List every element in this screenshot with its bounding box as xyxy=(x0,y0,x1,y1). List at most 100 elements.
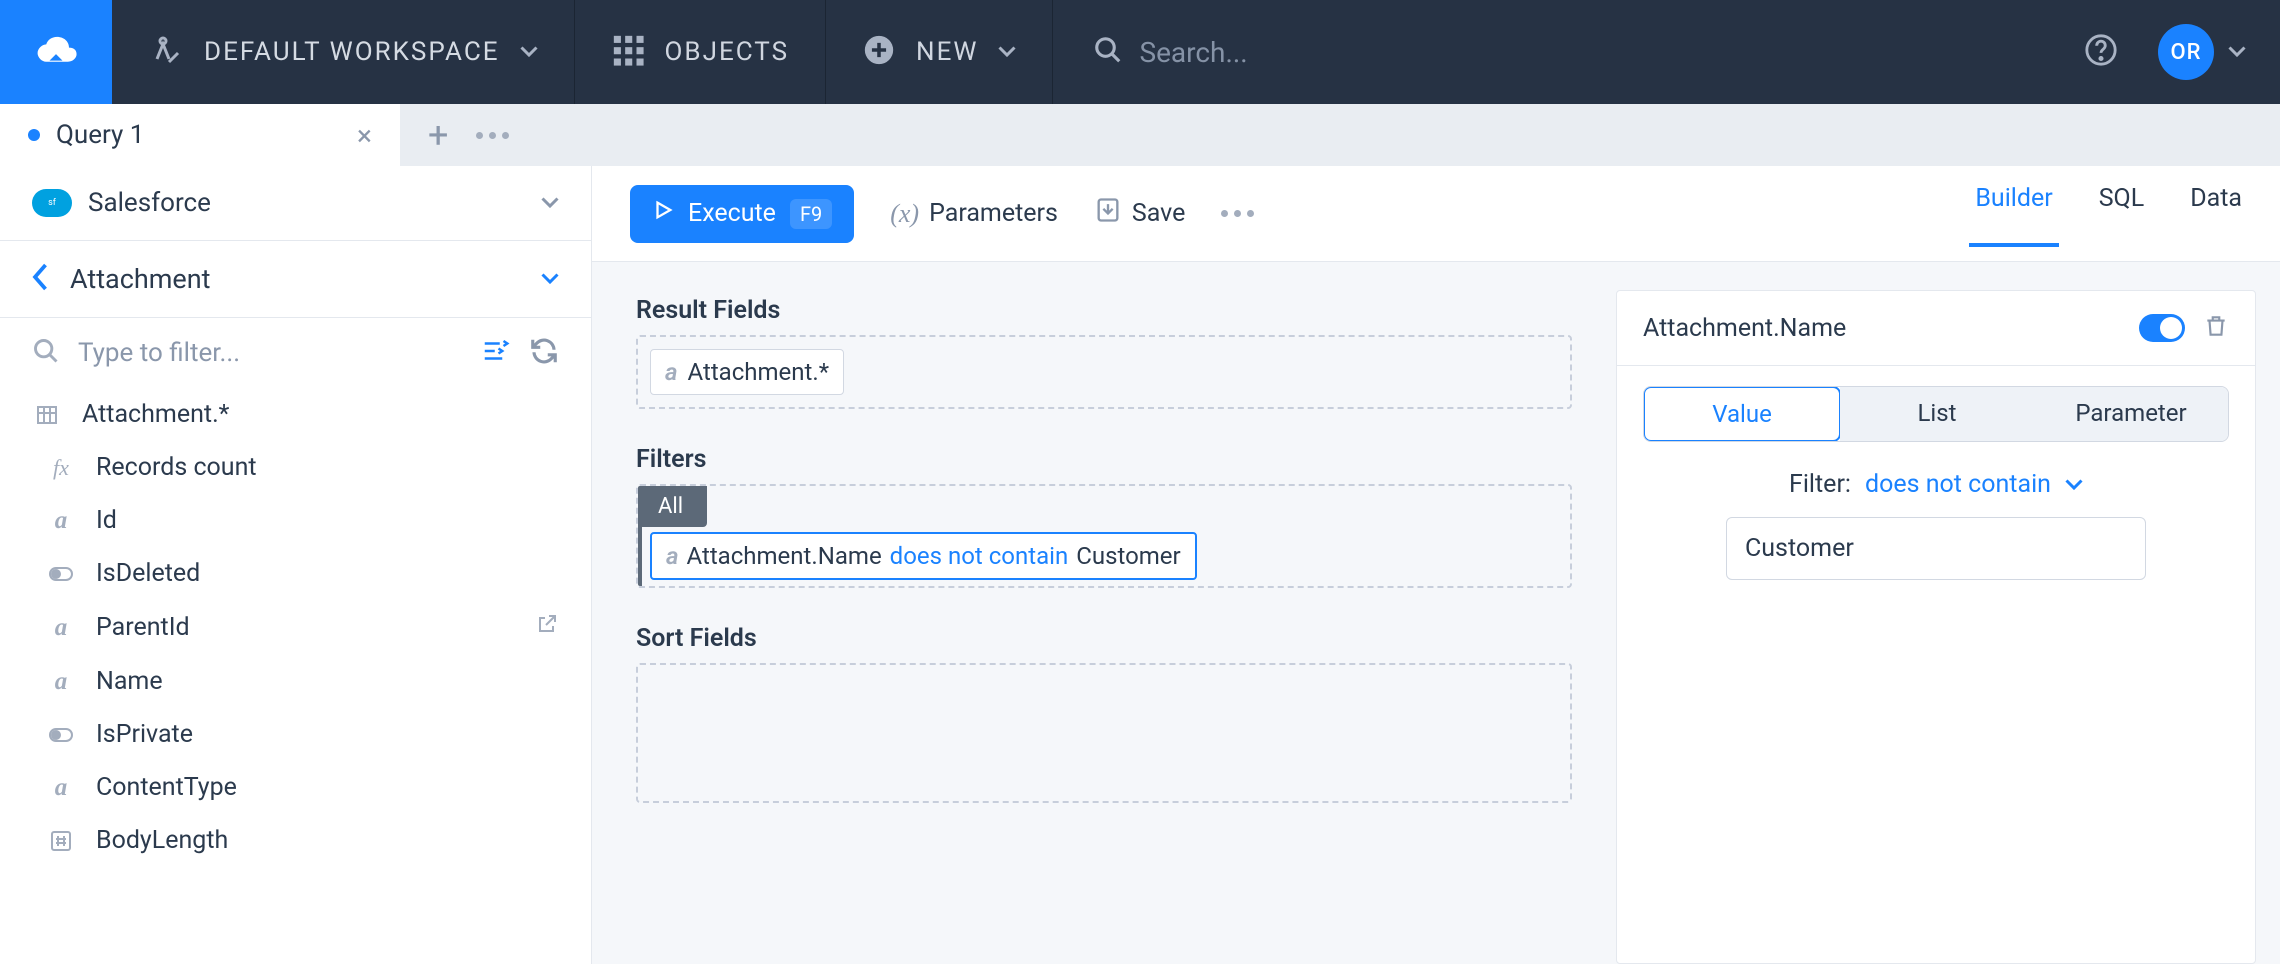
tab-builder[interactable]: Builder xyxy=(1975,184,2052,243)
sort-fields-dropzone[interactable] xyxy=(636,663,1572,803)
text-icon: a xyxy=(46,668,76,696)
text-icon: a xyxy=(666,542,679,570)
result-field-chip[interactable]: aAttachment.* xyxy=(650,349,844,395)
sort-fields-title: Sort Fields xyxy=(636,624,1572,653)
help-icon[interactable] xyxy=(2084,33,2118,71)
workspace-label: DEFAULT WORKSPACE xyxy=(204,37,500,67)
filter-field: Attachment.Name xyxy=(687,542,882,570)
field-label: Records count xyxy=(96,453,257,482)
filter-chip[interactable]: a Attachment.Name does not contain Custo… xyxy=(650,532,1197,580)
play-icon xyxy=(652,199,674,228)
filter-value-input[interactable] xyxy=(1726,517,2146,580)
field-item[interactable]: aContentType xyxy=(0,761,591,814)
field-item[interactable]: Attachment.* xyxy=(0,388,591,441)
workspace-selector[interactable]: DEFAULT WORKSPACE xyxy=(112,0,574,104)
plus-circle-icon xyxy=(862,33,896,71)
save-button[interactable]: Save xyxy=(1094,196,1185,231)
parameters-button[interactable]: (x) Parameters xyxy=(890,199,1058,229)
field-list: Attachment.* fx Records count a Id IsDelet… xyxy=(0,388,591,867)
filter-enabled-toggle[interactable] xyxy=(2139,314,2185,342)
chevron-down-icon xyxy=(998,43,1016,61)
refresh-icon[interactable] xyxy=(529,336,559,370)
object-navigator[interactable]: Attachment xyxy=(0,241,591,318)
top-bar: DEFAULT WORKSPACE OBJECTS NEW OR xyxy=(0,0,2280,104)
save-label: Save xyxy=(1132,199,1185,228)
user-menu[interactable]: OR xyxy=(2158,24,2246,80)
result-fields-title: Result Fields xyxy=(636,296,1572,325)
hash-icon xyxy=(46,829,76,853)
field-label: BodyLength xyxy=(96,826,228,855)
segment-value[interactable]: Value xyxy=(1643,386,1841,442)
execute-label: Execute xyxy=(688,199,776,228)
tab-title: Query 1 xyxy=(56,120,144,150)
app-logo[interactable] xyxy=(0,0,112,104)
global-search[interactable] xyxy=(1053,35,2084,69)
chevron-down-icon[interactable] xyxy=(541,270,559,288)
filter-operator: does not contain xyxy=(890,542,1069,570)
dirty-indicator-icon xyxy=(28,129,40,141)
text-icon: a xyxy=(46,507,76,535)
execute-button[interactable]: Execute F9 xyxy=(630,185,854,243)
close-icon[interactable]: × xyxy=(357,119,372,152)
connection-selector[interactable]: sf Salesforce xyxy=(0,166,591,241)
text-icon: a xyxy=(665,358,678,386)
field-item[interactable]: BodyLength xyxy=(0,814,591,867)
chevron-down-icon xyxy=(2228,43,2246,61)
grid-icon xyxy=(611,33,645,71)
operator-selector[interactable]: Filter: does not contain xyxy=(1643,470,2229,499)
objects-label: OBJECTS xyxy=(665,37,790,67)
operator-value: does not contain xyxy=(1865,470,2051,499)
chevron-down-icon xyxy=(520,43,538,61)
table-icon xyxy=(32,403,62,427)
object-label: Attachment xyxy=(70,263,210,295)
tab-more-icon[interactable] xyxy=(476,132,509,139)
save-icon xyxy=(1094,196,1122,231)
field-item[interactable]: a Id xyxy=(0,494,591,547)
sidebar: sf Salesforce Attachment Attachment.* fx… xyxy=(0,166,592,964)
field-item[interactable]: a ParentId xyxy=(0,600,591,655)
fx-icon: fx xyxy=(46,455,76,481)
execute-shortcut: F9 xyxy=(790,199,832,229)
parameters-label: Parameters xyxy=(929,199,1058,228)
boolean-icon xyxy=(46,562,76,586)
search-input[interactable] xyxy=(1139,36,1539,69)
new-button[interactable]: NEW xyxy=(826,0,1052,104)
filter-group-tag[interactable]: All xyxy=(638,486,707,527)
filters-dropzone[interactable]: All a Attachment.Name does not contain C… xyxy=(636,484,1572,588)
filter-inspector: Attachment.Name Value List Parameter Fil… xyxy=(1616,290,2256,964)
segment-list[interactable]: List xyxy=(1840,387,2034,441)
query-tab[interactable]: Query 1 × xyxy=(0,104,400,166)
segment-parameter[interactable]: Parameter xyxy=(2034,387,2228,441)
sliders-icon[interactable] xyxy=(481,336,511,370)
field-item[interactable]: IsPrivate xyxy=(0,708,591,761)
field-label: IsDeleted xyxy=(96,559,200,588)
objects-button[interactable]: OBJECTS xyxy=(575,0,826,104)
field-label: ParentId xyxy=(96,613,190,642)
new-tab-button[interactable]: + xyxy=(428,117,448,153)
chevron-left-icon[interactable] xyxy=(32,263,50,295)
field-filter-input[interactable] xyxy=(78,338,463,368)
field-item[interactable]: a Name xyxy=(0,655,591,708)
field-item[interactable]: IsDeleted xyxy=(0,547,591,600)
query-builder: Result Fields aAttachment.* Filters All … xyxy=(592,262,1616,964)
result-fields-dropzone[interactable]: aAttachment.* xyxy=(636,335,1572,409)
field-label: Name xyxy=(96,667,163,696)
field-item[interactable]: fx Records count xyxy=(0,441,591,494)
value-mode-segment: Value List Parameter xyxy=(1643,386,2229,442)
salesforce-icon: sf xyxy=(32,189,72,217)
filter-label: Filter: xyxy=(1789,470,1851,499)
more-icon[interactable] xyxy=(1221,210,1254,217)
text-icon: a xyxy=(46,774,76,802)
workspace-icon xyxy=(148,32,184,72)
external-link-icon[interactable] xyxy=(535,612,559,643)
field-label: Id xyxy=(96,506,117,535)
text-icon: a xyxy=(46,614,76,642)
tab-data[interactable]: Data xyxy=(2190,184,2242,243)
trash-icon[interactable] xyxy=(2203,311,2229,345)
connection-label: Salesforce xyxy=(88,188,211,218)
field-filter-row xyxy=(0,318,591,388)
filter-value: Customer xyxy=(1076,542,1180,570)
tab-sql[interactable]: SQL xyxy=(2099,184,2145,243)
content-toolbar: Execute F9 (x) Parameters Save Builder S… xyxy=(592,166,2280,262)
parameters-icon: (x) xyxy=(890,199,919,229)
